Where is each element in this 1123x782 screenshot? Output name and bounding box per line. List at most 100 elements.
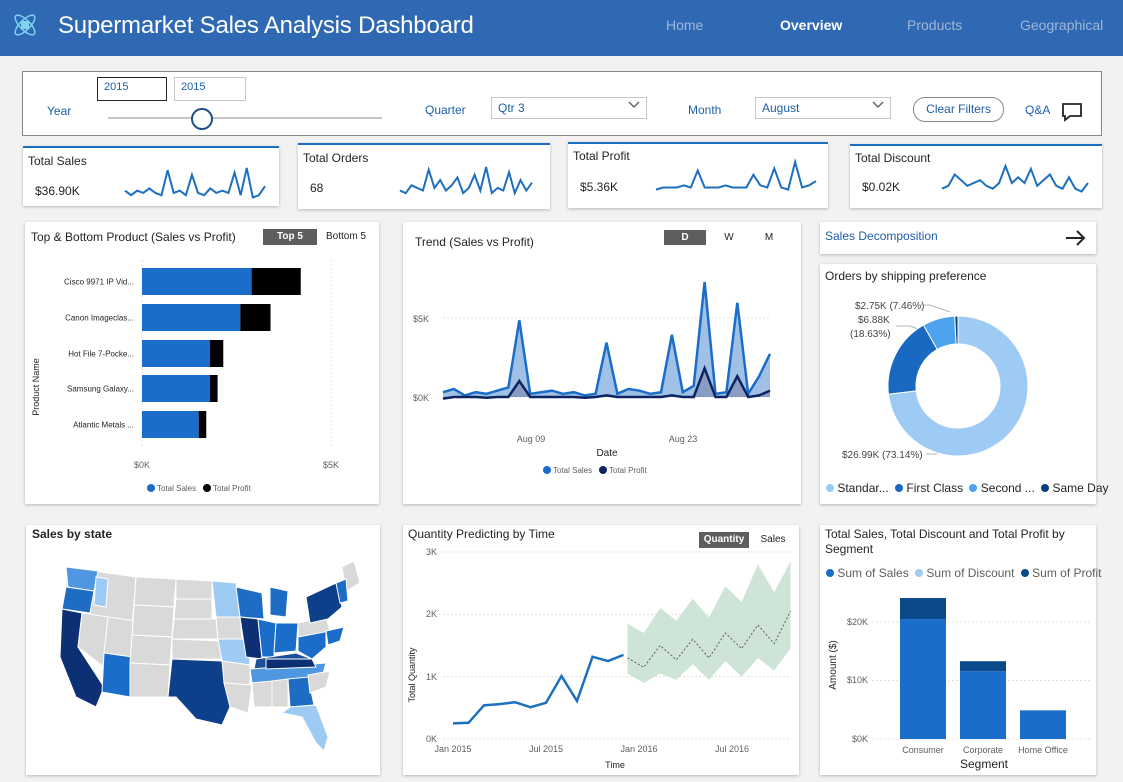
qa-button-label[interactable]: Q&A xyxy=(1025,103,1050,117)
x-tick: Jan 2016 xyxy=(620,744,657,754)
legend-label: Total Sales xyxy=(157,484,196,493)
shipping-donut-chart: $2.75K (7.46%) $6.88K (18.63%) $26.99K (… xyxy=(842,301,1029,461)
map-region xyxy=(93,576,109,608)
legend-marker xyxy=(895,484,904,492)
map-region xyxy=(215,616,243,640)
donut-label: $6.88K xyxy=(858,315,890,326)
bar-sum-of-sales xyxy=(900,619,946,739)
sparkline-path xyxy=(655,158,817,191)
map-region xyxy=(129,662,171,698)
quarter-label: Quarter xyxy=(425,103,466,117)
y-tick: 2K xyxy=(426,609,437,619)
kpi-card-total-sales: Total Sales $36.90K xyxy=(23,146,279,206)
map-region xyxy=(171,638,225,660)
nav-overview[interactable]: Overview xyxy=(780,17,842,33)
bar-total-sales xyxy=(142,304,241,331)
legend-marker xyxy=(969,484,978,492)
y-tick: $0K xyxy=(413,393,429,403)
category-label: Canon Imageclas... xyxy=(65,314,134,323)
sparkline-path xyxy=(124,167,266,199)
nav-products[interactable]: Products xyxy=(907,17,962,33)
legend-marker xyxy=(599,466,607,474)
chat-bubble-icon[interactable] xyxy=(1060,100,1084,129)
month-dropdown[interactable]: August xyxy=(755,97,891,119)
bar-sum-of-sales xyxy=(1020,710,1066,739)
legend-marker xyxy=(826,484,834,492)
kpi-card-total-orders: Total Orders 68 xyxy=(298,143,550,209)
x-tick: Jul 2016 xyxy=(715,744,749,754)
x-tick: Aug 09 xyxy=(517,434,546,444)
kpi-title: Total Discount xyxy=(855,151,931,165)
map-region xyxy=(61,586,95,614)
map-region xyxy=(273,622,299,654)
kpi-title: Total Sales xyxy=(28,154,87,168)
bar-total-sales xyxy=(142,268,252,295)
category-label: Consumer xyxy=(902,745,944,755)
legend-marker xyxy=(1041,484,1050,492)
category-label: Samsung Galaxy... xyxy=(67,385,134,394)
legend-marker xyxy=(147,484,155,492)
map-region xyxy=(173,598,213,620)
map-region xyxy=(101,652,133,698)
y-axis-label: Product Name xyxy=(31,358,41,416)
legend-marker xyxy=(203,484,211,492)
map-region xyxy=(133,576,177,608)
clear-filters-button[interactable]: Clear Filters xyxy=(913,97,1004,122)
kpi-title: Total Profit xyxy=(573,149,630,163)
x-tick: Jan 2015 xyxy=(434,744,471,754)
series-line-quantity xyxy=(452,653,624,725)
y-tick: 3K xyxy=(426,547,437,557)
year-slider-handle[interactable] xyxy=(191,108,213,130)
legend-label: Second ... xyxy=(980,481,1035,495)
series-area-total-sales xyxy=(443,282,770,399)
donut-label: $2.75K (7.46%) xyxy=(855,301,925,312)
year-from-input[interactable]: 2015 xyxy=(97,77,167,101)
category-label: Home Office xyxy=(1018,745,1068,755)
kpi-sparkline xyxy=(655,158,817,191)
logo-icon xyxy=(10,10,40,40)
bar-total-profit xyxy=(251,268,301,295)
map-region xyxy=(221,660,251,686)
map-region xyxy=(280,704,329,752)
map-region xyxy=(251,680,273,708)
kpi-card-total-profit: Total Profit $5.36K xyxy=(568,142,828,208)
arrow-right-icon[interactable] xyxy=(1064,226,1088,255)
category-label: Atlantic Metals ... xyxy=(73,421,134,430)
sales-decomposition-label: Sales Decomposition xyxy=(825,229,938,243)
y-axis-label: Amount ($) xyxy=(828,640,839,689)
quarter-dropdown[interactable]: Qtr 3 xyxy=(491,97,647,119)
kpi-value: $0.02K xyxy=(862,180,901,194)
kpi-value: 68 xyxy=(310,181,324,195)
legend-label: First Class xyxy=(906,481,964,495)
bar-sum-of-sales xyxy=(960,671,1006,739)
map-region xyxy=(265,658,317,670)
us-state-map[interactable] xyxy=(26,547,380,773)
x-tick: $0K xyxy=(134,460,150,470)
year-slider-track xyxy=(108,117,382,119)
y-tick: 0K xyxy=(426,734,437,744)
year-to-input[interactable]: 2015 xyxy=(174,77,246,101)
legend-label: Total Profit xyxy=(213,484,252,493)
map-region xyxy=(175,578,213,600)
legend-marker xyxy=(543,466,551,474)
bar-total-sales xyxy=(142,375,211,402)
trend-card: Trend (Sales vs Profit) D W M $5K $0K Au… xyxy=(403,222,801,504)
bar-total-profit xyxy=(198,411,207,438)
kpi-sparkline xyxy=(399,166,533,197)
bar-total-profit xyxy=(210,340,224,367)
top-bottom-bar-chart: Product Name $0K $5K Total Sales Total P… xyxy=(31,260,339,493)
map-region xyxy=(211,580,241,618)
month-value: August xyxy=(762,101,800,115)
nav-geographical[interactable]: Geographical xyxy=(1020,17,1103,33)
y-tick: $20K xyxy=(847,617,868,627)
shipping-donut-card: Orders by shipping preference $2.75K (7.… xyxy=(820,264,1109,504)
segment-card: Total Sales, Total Discount and Total Pr… xyxy=(820,525,1102,775)
sales-decomposition-card[interactable]: Sales Decomposition xyxy=(820,222,1096,254)
donut-legend: Standar... First Class Second ... Same D… xyxy=(826,481,1109,495)
kpi-value: $5.36K xyxy=(580,180,619,194)
y-tick: 1K xyxy=(426,672,437,682)
month-label: Month xyxy=(688,103,722,117)
nav-home[interactable]: Home xyxy=(666,17,703,33)
legend-label: Total Profit xyxy=(609,466,648,475)
map-region xyxy=(271,678,289,708)
